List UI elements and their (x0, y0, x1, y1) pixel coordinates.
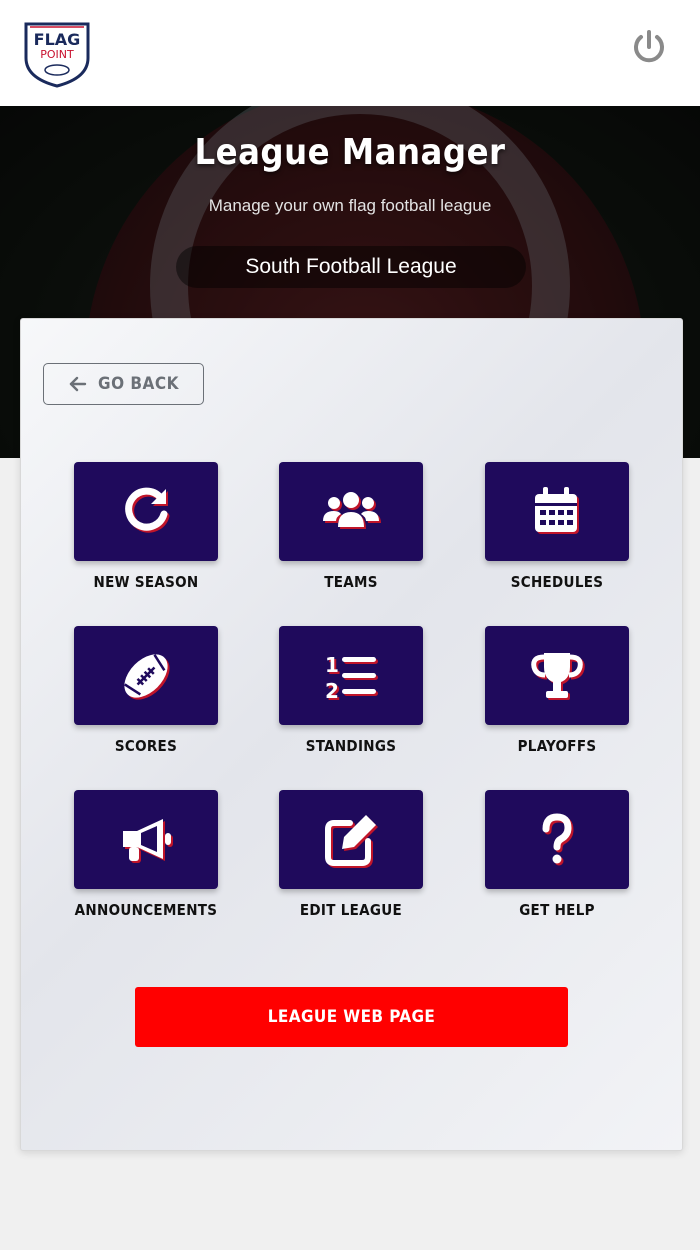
tile-scores-label: SCORES (114, 737, 178, 755)
top-bar: FLAG POINT (0, 0, 700, 107)
tile-teams[interactable] (279, 462, 423, 561)
arrow-left-icon (69, 376, 87, 392)
league-menu-card: GO BACK NEW SEASON TEAMS SCHEDULES SCORE… (20, 318, 683, 1151)
refresh-icon (125, 487, 170, 533)
trophy-icon (531, 652, 585, 700)
page-subtitle: Manage your own flag football league (208, 196, 492, 215)
logo-text-top: FLAG (34, 30, 81, 49)
league-name-badge: South Football League (176, 246, 526, 288)
tile-edit-league-label: EDIT LEAGUE (299, 901, 403, 919)
power-icon[interactable] (630, 28, 668, 66)
football-icon (124, 653, 170, 700)
tile-new-season[interactable] (74, 462, 218, 561)
tile-get-help-label: GET HELP (519, 901, 595, 919)
tile-edit-league[interactable] (279, 790, 423, 889)
tile-schedules[interactable] (485, 462, 629, 561)
tile-playoffs-label: PLAYOFFS (517, 737, 597, 755)
tile-standings-label: STANDINGS (305, 737, 397, 755)
ordered-list-icon: 1 2 1 2 (325, 653, 378, 705)
tile-get-help[interactable] (485, 790, 629, 889)
tile-announcements-label: ANNOUNCEMENTS (74, 901, 218, 919)
tile-schedules-label: SCHEDULES (510, 573, 604, 591)
edit-icon (325, 814, 378, 868)
users-icon (323, 491, 381, 529)
league-web-page-button[interactable]: LEAGUE WEB PAGE (135, 987, 568, 1047)
tile-teams-label: TEAMS (324, 573, 378, 591)
tile-playoffs[interactable] (485, 626, 629, 725)
logo-text-bottom: POINT (40, 48, 74, 61)
page-title: League Manager (194, 132, 506, 173)
tile-scores[interactable] (74, 626, 218, 725)
go-back-button[interactable]: GO BACK (43, 363, 204, 405)
go-back-label: GO BACK (98, 374, 179, 394)
svg-text:1: 1 (325, 653, 339, 677)
calendar-icon (535, 486, 579, 534)
tile-announcements[interactable] (74, 790, 218, 889)
svg-text:2: 2 (325, 679, 339, 703)
question-icon (542, 812, 574, 865)
tile-standings[interactable]: 1 2 1 2 (279, 626, 423, 725)
flagpoint-logo[interactable]: FLAG POINT (20, 18, 94, 88)
megaphone-icon (123, 818, 173, 863)
tile-new-season-label: NEW SEASON (93, 573, 199, 591)
